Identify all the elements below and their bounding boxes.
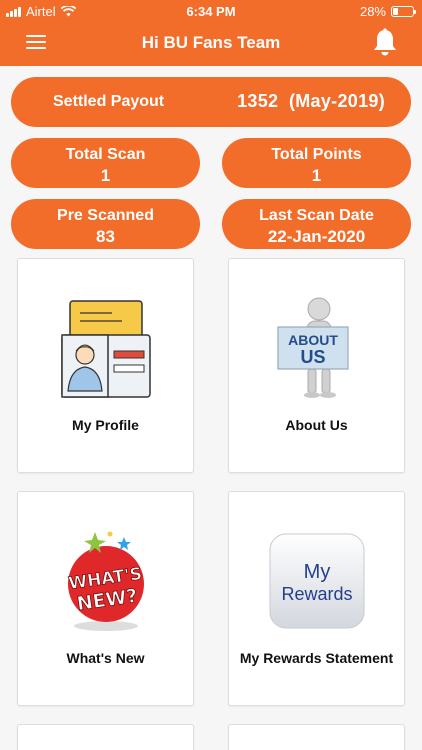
about-sign-line2: US [300, 347, 325, 367]
rewards-icon-line1: My [303, 561, 330, 583]
app-header: Airtel 6:34 PM 28% Hi BU Fans Team [0, 0, 422, 66]
battery-percent: 28% [359, 4, 386, 19]
settled-payout-card: Settled Payout 1352 (May-2019) [11, 77, 411, 127]
total-scan-label: Total Scan [65, 146, 146, 163]
bell-icon[interactable] [372, 28, 398, 58]
last-scan-value: 22-Jan-2020 [267, 227, 366, 246]
profile-card-icon [60, 300, 151, 398]
total-scan-card: Total Scan 1 [11, 138, 200, 188]
status-right: 28% [359, 4, 416, 19]
payout-label: Settled Payout [53, 93, 165, 110]
pre-scanned-card: Pre Scanned 83 [11, 199, 200, 249]
clock: 6:34 PM [186, 4, 236, 19]
status-bar: Airtel 6:34 PM 28% [0, 0, 422, 22]
rewards-icon-line2: Rewards [281, 584, 352, 604]
battery-icon [391, 6, 416, 17]
about-us-label: About Us [285, 417, 348, 433]
rewards-statement-label: My Rewards Statement [239, 650, 394, 666]
my-profile-label: My Profile [72, 417, 139, 433]
about-us-sign-icon: ABOUT US [276, 297, 349, 398]
whats-new-tile[interactable]: WHAT'S NEW? What's New [17, 491, 194, 706]
rewards-app-icon: My Rewards [269, 533, 364, 629]
total-points-value: 1 [311, 166, 322, 185]
last-scan-date-card: Last Scan Date 22-Jan-2020 [222, 199, 411, 249]
total-points-label: Total Points [271, 146, 362, 163]
total-points-card: Total Points 1 [222, 138, 411, 188]
my-profile-tile[interactable]: My Profile [17, 258, 194, 473]
tile-partial-right[interactable] [228, 724, 405, 750]
my-rewards-statement-tile[interactable]: My Rewards My Rewards Statement [228, 491, 405, 706]
tile-partial-left[interactable] [17, 724, 194, 750]
about-sign-line1: ABOUT [288, 332, 338, 348]
pre-scanned-label: Pre Scanned [57, 207, 154, 224]
payout-value: 1352 (May-2019) [237, 91, 385, 111]
total-scan-value: 1 [100, 166, 111, 185]
about-us-tile[interactable]: ABOUT US About Us [228, 258, 405, 473]
whats-new-label: What's New [66, 650, 145, 666]
pre-scanned-value: 83 [96, 227, 115, 246]
whats-new-badge-icon: WHAT'S NEW? [66, 531, 144, 631]
page-title: Hi BU Fans Team [141, 33, 281, 52]
last-scan-label: Last Scan Date [259, 207, 374, 224]
